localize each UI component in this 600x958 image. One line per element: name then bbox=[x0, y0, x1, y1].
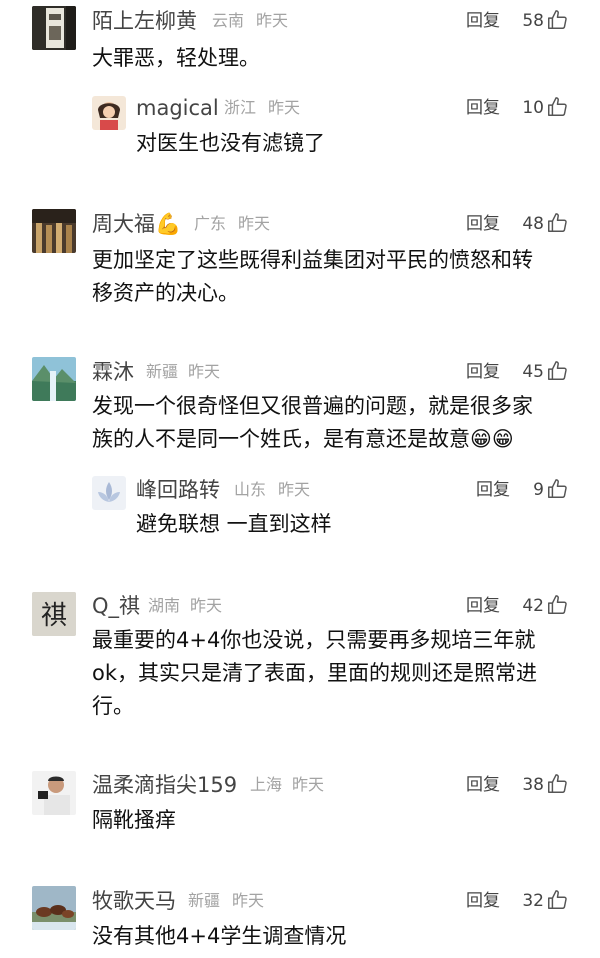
like-count: 42 bbox=[522, 596, 544, 616]
timestamp: 昨天 bbox=[268, 98, 301, 117]
thumbs-up-icon[interactable] bbox=[546, 212, 568, 234]
reply-button[interactable]: 回复 bbox=[466, 887, 500, 915]
like-count: 38 bbox=[522, 775, 544, 795]
reply-button[interactable]: 回复 bbox=[466, 210, 500, 238]
like-count: 10 bbox=[522, 98, 544, 118]
username[interactable]: 牧歌天马 bbox=[92, 887, 176, 915]
timestamp: 昨天 bbox=[188, 362, 221, 381]
like-count: 48 bbox=[522, 214, 544, 234]
reply-button[interactable]: 回复 bbox=[476, 476, 510, 504]
avatar[interactable] bbox=[92, 96, 126, 130]
thumbs-up-icon[interactable] bbox=[546, 9, 568, 31]
location: 湖南 bbox=[148, 596, 181, 615]
reply-button[interactable]: 回复 bbox=[466, 7, 500, 35]
thumbs-up-icon[interactable] bbox=[546, 773, 568, 795]
location: 云南 bbox=[212, 11, 245, 30]
like-count: 32 bbox=[522, 891, 544, 911]
thumbs-up-icon[interactable] bbox=[546, 96, 568, 118]
comment-text: 没有其他4+4学生调查情况 bbox=[92, 924, 347, 948]
text-line: 族的人不是同一个姓氏，是有意还是故意😁😁 bbox=[92, 427, 514, 451]
avatar[interactable] bbox=[32, 886, 76, 930]
reply-button[interactable]: 回复 bbox=[466, 771, 500, 799]
timestamp: 昨天 bbox=[256, 11, 289, 30]
text-line: ok，其实只是清了表面，里面的规则还是照常进 bbox=[92, 661, 538, 685]
username[interactable]: 霖沐 bbox=[92, 358, 134, 386]
comment-text: 大罪恶，轻处理。 bbox=[92, 46, 260, 70]
text-line: 最重要的4+4你也没说，只需要再多规培三年就 bbox=[92, 628, 536, 652]
thumbs-up-icon[interactable] bbox=[546, 889, 568, 911]
like-count: 45 bbox=[522, 362, 544, 382]
location: 新疆 bbox=[146, 362, 179, 381]
comment-text: 更加坚定了这些既得利益集团对平民的愤怒和转 移资产的决心。 bbox=[92, 244, 562, 310]
timestamp: 昨天 bbox=[190, 596, 223, 615]
location: 上海 bbox=[250, 775, 283, 794]
comment-text: 最重要的4+4你也没说，只需要再多规培三年就 ok，其实只是清了表面，里面的规则… bbox=[92, 624, 562, 723]
like-count: 9 bbox=[533, 480, 544, 500]
reply-text: 避免联想 一直到这样 bbox=[136, 512, 332, 536]
username[interactable]: 陌上左柳黄 bbox=[92, 7, 197, 35]
text-line: 发现一个很奇怪但又很普遍的问题，就是很多家 bbox=[92, 394, 533, 418]
thumbs-up-icon[interactable] bbox=[546, 478, 568, 500]
timestamp: 昨天 bbox=[278, 480, 311, 499]
timestamp: 昨天 bbox=[238, 214, 271, 233]
location: 山东 bbox=[234, 480, 267, 499]
username[interactable]: Q_祺 bbox=[92, 592, 140, 620]
avatar[interactable] bbox=[32, 357, 76, 401]
text-line: 行。 bbox=[92, 694, 134, 718]
timestamp: 昨天 bbox=[292, 775, 325, 794]
reply-button[interactable]: 回复 bbox=[466, 358, 500, 386]
text-line: 更加坚定了这些既得利益集团对平民的愤怒和转 bbox=[92, 248, 533, 272]
text-line: 移资产的决心。 bbox=[92, 281, 239, 305]
location: 广东 bbox=[194, 214, 227, 233]
thumbs-up-icon[interactable] bbox=[546, 594, 568, 616]
thumbs-up-icon[interactable] bbox=[546, 360, 568, 382]
like-count: 58 bbox=[522, 11, 544, 31]
avatar[interactable]: 祺 bbox=[32, 592, 76, 636]
avatar-glyph: 祺 bbox=[41, 601, 67, 631]
location: 浙江 bbox=[224, 98, 257, 117]
avatar[interactable] bbox=[32, 6, 76, 50]
comment-text: 隔靴搔痒 bbox=[92, 808, 176, 832]
username[interactable]: 周大福💪 bbox=[92, 210, 181, 238]
location: 新疆 bbox=[188, 891, 221, 910]
reply-text: 对医生也没有滤镜了 bbox=[136, 131, 325, 155]
avatar[interactable] bbox=[32, 209, 76, 253]
timestamp: 昨天 bbox=[232, 891, 265, 910]
username[interactable]: 温柔滴指尖159 bbox=[92, 771, 237, 799]
comment-text: 发现一个很奇怪但又很普遍的问题，就是很多家 族的人不是同一个姓氏，是有意还是故意… bbox=[92, 390, 562, 456]
avatar[interactable] bbox=[92, 476, 126, 510]
username[interactable]: magical bbox=[136, 94, 219, 122]
username[interactable]: 峰回路转 bbox=[136, 476, 220, 504]
reply-button[interactable]: 回复 bbox=[466, 94, 500, 122]
avatar[interactable] bbox=[32, 771, 76, 815]
reply-button[interactable]: 回复 bbox=[466, 592, 500, 620]
